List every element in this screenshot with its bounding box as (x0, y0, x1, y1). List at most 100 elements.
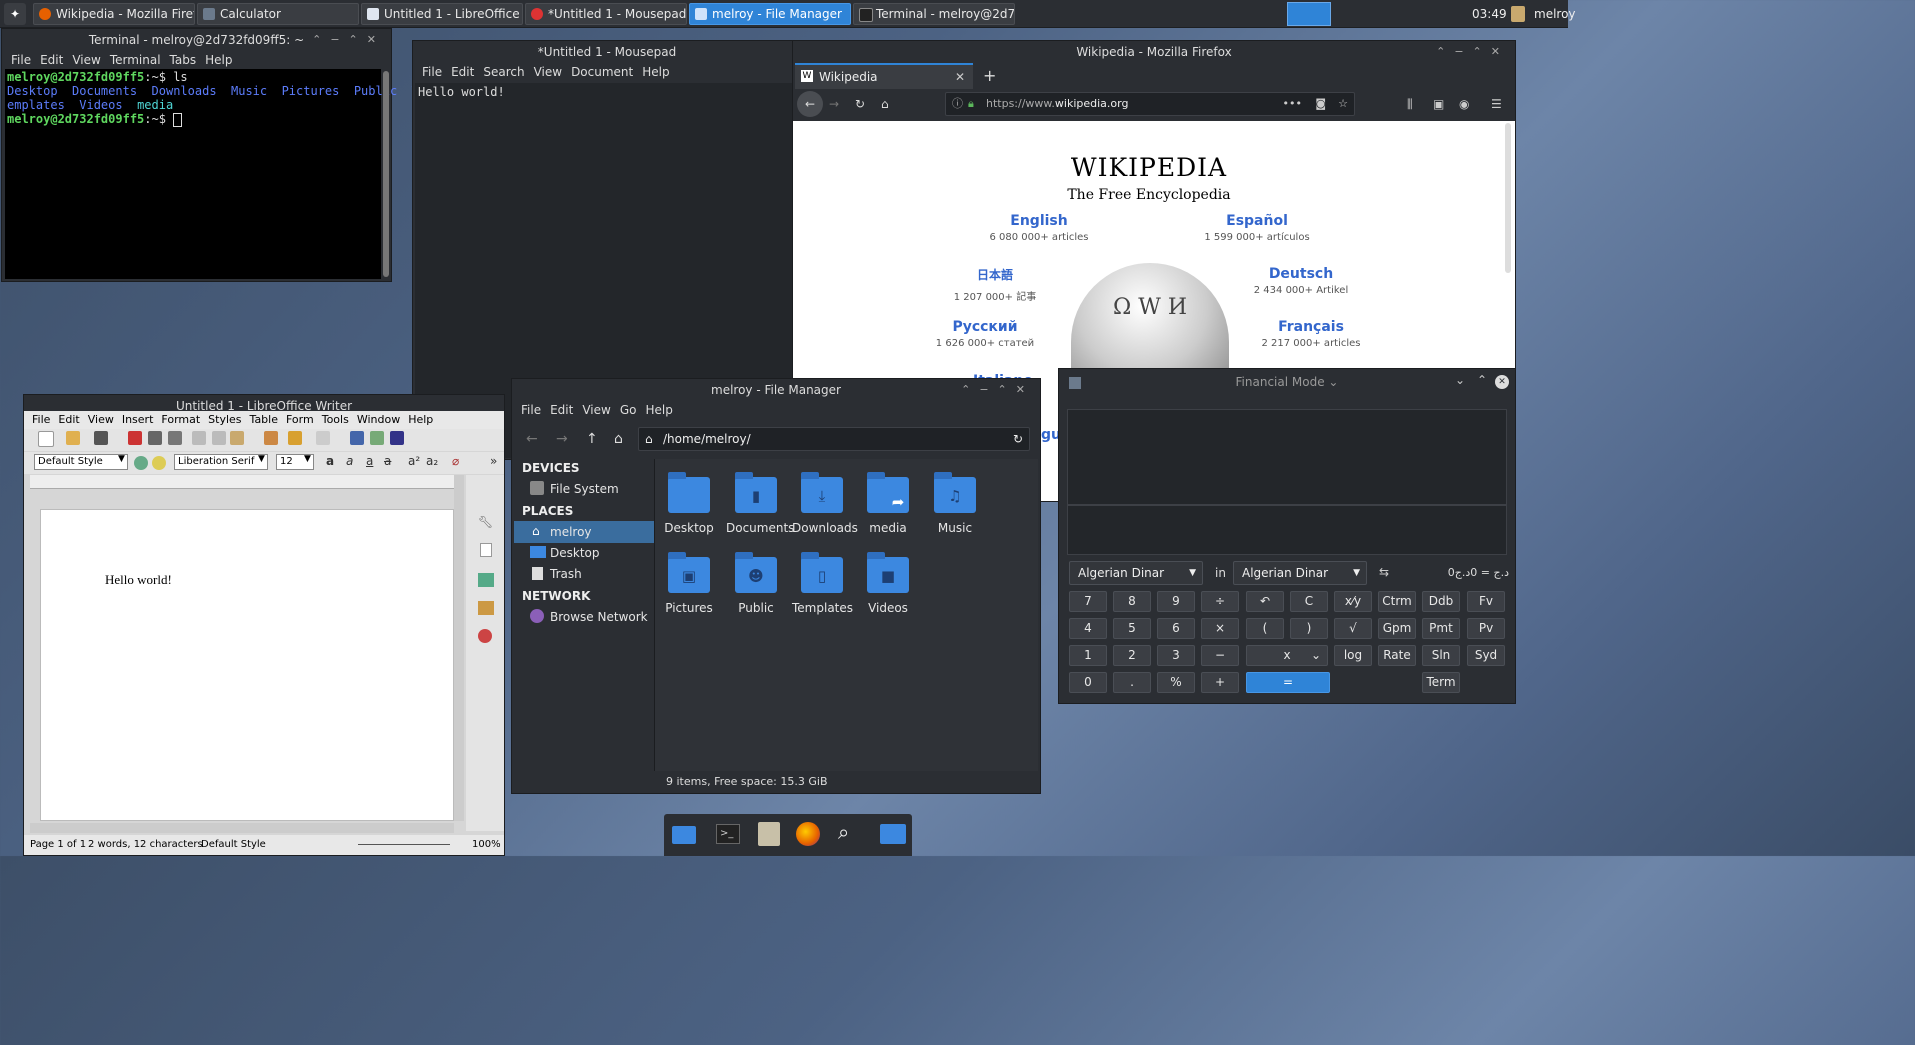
menu-styles[interactable]: Styles (208, 413, 241, 426)
clear-formatting-icon[interactable]: ⌀ (452, 454, 459, 468)
key-7[interactable]: 7 (1069, 591, 1107, 612)
formatting-marks-icon[interactable] (390, 431, 404, 445)
close-tab-icon[interactable]: ✕ (955, 65, 965, 89)
bookmark-star-icon[interactable]: ☆ (1338, 93, 1348, 115)
menu-file[interactable]: File (11, 53, 31, 67)
folder-documents[interactable]: ▮ Documents (726, 472, 794, 535)
print-icon[interactable] (148, 431, 162, 445)
menu-file[interactable]: File (521, 403, 541, 417)
properties-icon[interactable]: 🔧︎ (478, 515, 493, 529)
lang-japanese[interactable]: 日本語 1 207 000+ 記事 (925, 266, 1065, 303)
task-file-manager[interactable]: melroy - File Manager (689, 3, 851, 25)
redo-icon[interactable] (316, 431, 330, 445)
menu-help[interactable]: Help (408, 413, 433, 426)
task-firefox[interactable]: Wikipedia - Mozilla Firefox (33, 3, 195, 25)
place-trash[interactable]: Trash (550, 567, 582, 581)
clock[interactable]: 03:49 (1472, 0, 1507, 28)
page-scrollbar[interactable] (1505, 123, 1511, 273)
key-sqrt[interactable]: √ (1334, 618, 1372, 639)
user-menu[interactable]: melroy (1534, 0, 1576, 28)
chevron-down-icon[interactable]: ▼ (118, 454, 125, 464)
back-button[interactable]: ← (797, 91, 823, 117)
task-writer[interactable]: Untitled 1 - LibreOffice W... (361, 3, 523, 25)
menu-edit[interactable]: Edit (58, 413, 79, 426)
chevron-down-icon[interactable]: ▼ (258, 454, 265, 464)
menu-view[interactable]: View (534, 65, 562, 79)
update-style-icon[interactable] (134, 456, 148, 470)
window-controls[interactable]: ⌃−⌃✕ (1436, 41, 1509, 63)
terminal-icon[interactable]: >_ (716, 824, 740, 844)
save-icon[interactable] (94, 431, 108, 445)
key-2[interactable]: 2 (1113, 645, 1151, 666)
folder-desktop[interactable]: Desktop (659, 472, 719, 535)
info-icon[interactable]: ⓘ (952, 93, 963, 115)
bold-icon[interactable]: a (326, 454, 334, 468)
window-controls[interactable]: ⌄⌃ (1455, 373, 1499, 387)
new-document-icon[interactable] (38, 431, 54, 447)
key-divide[interactable]: ÷ (1201, 591, 1239, 612)
menu-file[interactable]: File (32, 413, 50, 426)
menu-window[interactable]: Window (357, 413, 400, 426)
close-icon[interactable]: ✕ (1495, 375, 1509, 389)
terminal-output[interactable]: melroy@2d732fd09ff5:~$ ls Desktop Docume… (5, 69, 419, 279)
clone-formatting-icon[interactable] (264, 431, 278, 445)
key-subtract[interactable]: − (1201, 645, 1239, 666)
key-multiply[interactable]: × (1201, 618, 1239, 639)
account-icon[interactable]: ◉ (1459, 91, 1469, 117)
menu-view[interactable]: View (582, 403, 610, 417)
home-button[interactable]: ⌂ (881, 91, 889, 117)
export-pdf-icon[interactable] (128, 431, 142, 445)
folder-videos[interactable]: ■ Videos (858, 552, 918, 615)
library-icon[interactable]: ⫼ (1407, 91, 1413, 117)
key-4[interactable]: 4 (1069, 618, 1107, 639)
firefox-icon[interactable] (796, 822, 820, 846)
key-open-paren[interactable]: ( (1246, 618, 1284, 639)
menu-help[interactable]: Help (642, 65, 669, 79)
ruler[interactable] (30, 475, 454, 489)
menu-edit[interactable]: Edit (40, 53, 63, 67)
place-melroy[interactable]: melroy (550, 525, 592, 539)
url-bar[interactable]: ⓘ 🔒︎ https://www.wikipedia.org ••• ◙ ☆ (945, 92, 1355, 116)
document-page[interactable]: Hello world! (40, 509, 454, 821)
window-controls[interactable]: ⌃−⌃✕ (312, 29, 385, 51)
key-log[interactable]: log (1334, 645, 1372, 666)
menu-search[interactable]: Search (483, 65, 524, 79)
navigator-icon[interactable] (478, 629, 492, 643)
styles-icon[interactable] (478, 573, 494, 587)
device-file-system[interactable]: File System (550, 482, 619, 496)
paragraph-style-select[interactable]: Default Style (34, 454, 128, 470)
menu-edit[interactable]: Edit (451, 65, 474, 79)
page-style[interactable]: Default Style (201, 835, 266, 855)
folder-music[interactable]: ♫ Music (925, 472, 985, 535)
terminal-scrollbar[interactable] (383, 71, 389, 277)
open-icon[interactable] (66, 431, 80, 445)
place-desktop[interactable]: Desktop (550, 546, 600, 560)
swap-currency-icon[interactable]: ⇆ (1379, 565, 1389, 579)
back-arrow-icon[interactable]: ← (526, 431, 538, 447)
key-5[interactable]: 5 (1113, 618, 1151, 639)
superscript-icon[interactable]: a² (408, 454, 420, 468)
underline-icon[interactable]: a (366, 454, 373, 468)
key-power-menu[interactable]: x ⌄ (1246, 645, 1328, 666)
home-folder-icon[interactable] (880, 824, 906, 844)
key-pmt[interactable]: Pmt (1422, 618, 1460, 639)
menu-tabs[interactable]: Tabs (170, 53, 197, 67)
menu-insert[interactable]: Insert (122, 413, 154, 426)
folder-templates[interactable]: ▯ Templates (792, 552, 853, 615)
word-count[interactable]: 2 words, 12 characters (88, 835, 203, 855)
home-icon[interactable]: ⌂ (614, 431, 623, 447)
key-1[interactable]: 1 (1069, 645, 1107, 666)
key-sln[interactable]: Sln (1422, 645, 1460, 666)
forward-arrow-icon[interactable]: → (556, 431, 568, 447)
location-bar[interactable]: ⌂ /home/melroy/ ↻ (638, 427, 1030, 451)
zoom-slider[interactable] (358, 844, 450, 845)
key-reciprocal[interactable]: x⁄y (1334, 591, 1372, 612)
key-fv[interactable]: Fv (1467, 591, 1505, 612)
key-decimal[interactable]: . (1113, 672, 1151, 693)
menu-table[interactable]: Table (250, 413, 278, 426)
key-ctrm[interactable]: Ctrm (1378, 591, 1416, 612)
spelling-icon[interactable] (370, 431, 384, 445)
sidebar-icon[interactable]: ▣ (1433, 91, 1444, 117)
key-undo[interactable]: ↶ (1246, 591, 1284, 612)
find-replace-icon[interactable] (350, 431, 364, 445)
